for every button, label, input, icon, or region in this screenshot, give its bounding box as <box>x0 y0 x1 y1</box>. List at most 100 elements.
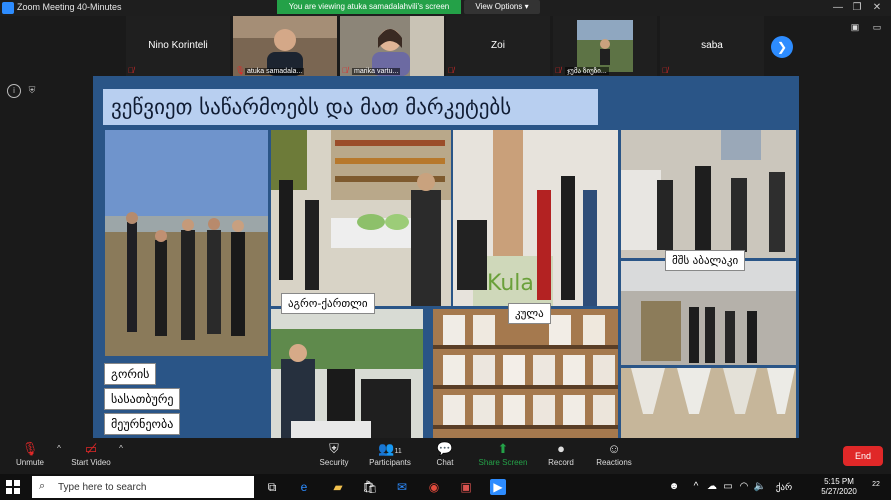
video-options-chevron-icon[interactable]: ^ <box>116 444 126 454</box>
close-icon[interactable]: ✕ <box>869 1 885 14</box>
security-button[interactable]: ⛨ Security <box>314 438 354 474</box>
mail-icon[interactable]: ✉ <box>394 479 410 495</box>
shield-icon[interactable]: ⛨ <box>26 84 38 96</box>
cloud-icon[interactable]: ☁ <box>704 479 720 495</box>
svg-text:Kula: Kula <box>487 271 534 296</box>
screen-share-banner: You are viewing atuka samadalahvili's sc… <box>277 0 461 14</box>
participant-video-tile[interactable]: 🎙̸ ჯუმა ზიუზი... <box>553 16 657 76</box>
shield-icon: ⛨ <box>329 441 339 456</box>
minimize-strip-icon[interactable]: ▭ <box>870 22 884 34</box>
chat-icon: 💬 <box>436 441 454 456</box>
share-screen-icon: ⬆ <box>497 441 509 456</box>
clock-date: 5/27/2020 <box>821 487 857 496</box>
chat-label: Chat <box>436 458 454 467</box>
search-icon: ⌕ <box>39 480 46 492</box>
store-icon[interactable]: 🛍 <box>362 479 378 495</box>
participant-tile[interactable]: saba 🎙̸ <box>660 16 764 76</box>
muted-mic-icon: 🎙 <box>235 66 246 75</box>
battery-icon[interactable]: ▭ <box>720 479 736 495</box>
start-video-button[interactable]: ▭̸ Start Video <box>68 438 114 474</box>
photo-product-shelves <box>433 309 618 438</box>
participants-count: 11 <box>394 448 402 455</box>
taskbar-clock[interactable]: 5:15 PM 5/27/2020 <box>816 477 862 497</box>
participant-video-tile[interactable]: 🎙̸ marika vartu... <box>340 16 444 76</box>
unmute-button[interactable]: 🎙 Unmute <box>10 438 50 474</box>
maximize-icon[interactable]: ❐ <box>849 1 865 14</box>
minimize-icon[interactable]: — <box>830 1 846 14</box>
participants-icon: 👥11 <box>378 441 402 456</box>
muted-mic-icon: 🎙 <box>21 441 39 456</box>
participant-video-tile[interactable]: 🎙 atuka samadala... <box>233 16 337 76</box>
window-title: Zoom Meeting 40-Minutes <box>17 2 122 12</box>
muted-mic-icon: 🎙̸ <box>662 66 668 75</box>
zoom-taskbar-icon[interactable]: ▶ <box>490 479 506 495</box>
view-options-button[interactable]: View Options ▾ <box>464 0 540 14</box>
reactions-button[interactable]: ☺ Reactions <box>594 438 634 474</box>
video-off-icon: ▭̸ <box>84 441 98 456</box>
participant-video <box>233 16 337 76</box>
security-label: Security <box>319 458 349 467</box>
photo-market-store <box>271 130 451 306</box>
view-options-label: View Options <box>475 2 523 11</box>
windows-start-icon[interactable] <box>6 480 20 494</box>
participant-name: marika vartu... <box>352 68 401 75</box>
show-hidden-icons-icon[interactable]: ^ <box>688 479 704 495</box>
unmute-label: Unmute <box>15 458 44 467</box>
photo-production-line <box>621 261 796 365</box>
share-screen-label: Share Screen <box>478 458 528 467</box>
participant-strip: Nino Korinteli 🎙̸ 🎙 atuka samadala... 🎙̸… <box>0 16 891 78</box>
chrome-icon[interactable]: ◉ <box>426 479 442 495</box>
notifications-count: 22 <box>872 481 880 488</box>
end-meeting-button[interactable]: End <box>843 446 883 466</box>
label-gori-line2: სასათბურე <box>104 388 181 410</box>
zoom-app-icon <box>2 2 14 14</box>
label-gori-line1: გორის <box>104 363 157 385</box>
reactions-icon: ☺ <box>607 441 621 456</box>
participant-tile[interactable]: Zoi 🎙̸ <box>446 16 550 76</box>
meeting-info-icon[interactable]: i <box>7 84 21 98</box>
next-page-arrow-icon[interactable]: ❯ <box>771 36 793 58</box>
participant-tile[interactable]: Nino Korinteli 🎙̸ <box>126 16 230 76</box>
photo-factory-hall <box>621 130 796 258</box>
start-video-label: Start Video <box>71 458 111 467</box>
taskbar-search-input[interactable]: ⌕ Type here to search <box>32 476 254 498</box>
shared-screen-slide: ვეწვიეთ საწარმოებს და მათ მარკეტებს Kula… <box>93 76 799 438</box>
input-language[interactable]: ქარ <box>772 479 796 495</box>
participants-button[interactable]: 👥11 Participants <box>366 438 414 474</box>
record-icon: ● <box>557 441 565 456</box>
photo-agro-store <box>271 309 423 438</box>
office-icon[interactable]: ▣ <box>458 479 474 495</box>
meeting-toolbar: 🎙 Unmute ^ ▭̸ Start Video ^ ⛨ Security 👥… <box>0 438 891 474</box>
muted-mic-icon: 🎙̸ <box>555 66 561 75</box>
participant-name: saba <box>701 40 723 51</box>
edge-icon[interactable]: e <box>296 479 312 495</box>
reactions-label: Reactions <box>596 458 632 467</box>
volume-icon[interactable]: 🔈 <box>752 479 768 495</box>
audio-options-chevron-icon[interactable]: ^ <box>54 444 64 454</box>
gallery-view-icon[interactable]: ▣ <box>848 22 862 34</box>
label-agro-kartli: აგრო-ქართლი <box>281 293 375 314</box>
notifications-icon[interactable]: 22 <box>869 481 883 493</box>
muted-mic-icon: 🎙̸ <box>342 66 348 75</box>
windows-taskbar: ⌕ Type here to search ⧉ e ▰ 🛍 ✉ ◉ ▣ ▶ ☻ … <box>0 474 891 500</box>
file-explorer-icon[interactable]: ▰ <box>330 479 346 495</box>
chat-button[interactable]: 💬 Chat <box>428 438 462 474</box>
muted-mic-icon: 🎙̸ <box>128 66 134 75</box>
task-view-icon[interactable]: ⧉ <box>264 479 280 495</box>
person-icon[interactable]: ☻ <box>666 479 682 495</box>
slide-title: ვეწვიეთ საწარმოებს და მათ მარკეტებს <box>103 89 598 125</box>
participant-name: atuka samadala... <box>245 68 305 75</box>
label-gori-line3: მეურნეობა <box>104 413 181 435</box>
share-screen-button[interactable]: ⬆ Share Screen <box>476 438 530 474</box>
photo-outdoor-group <box>105 130 268 356</box>
record-label: Record <box>548 458 574 467</box>
record-button[interactable]: ● Record <box>544 438 578 474</box>
label-msh: მშს აბალაკი <box>665 250 746 271</box>
participant-name: ჯუმა ზიუზი... <box>565 67 609 75</box>
muted-mic-icon: 🎙̸ <box>448 66 454 75</box>
window-titlebar: Zoom Meeting 40-Minutes You are viewing … <box>0 0 891 16</box>
wifi-icon[interactable]: ◠ <box>736 479 752 495</box>
search-placeholder: Type here to search <box>58 482 147 493</box>
photo-grain-funnels <box>621 368 796 438</box>
label-kula: კულა <box>508 303 551 324</box>
